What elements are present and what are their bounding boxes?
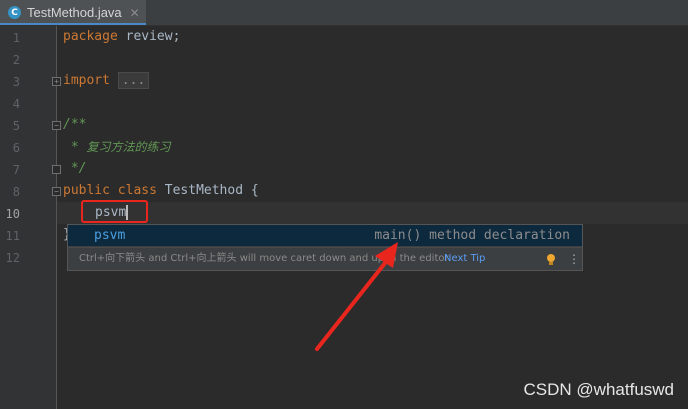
watermark: CSDN @whatfuswd <box>523 380 674 399</box>
annotation-arrow <box>315 242 398 351</box>
